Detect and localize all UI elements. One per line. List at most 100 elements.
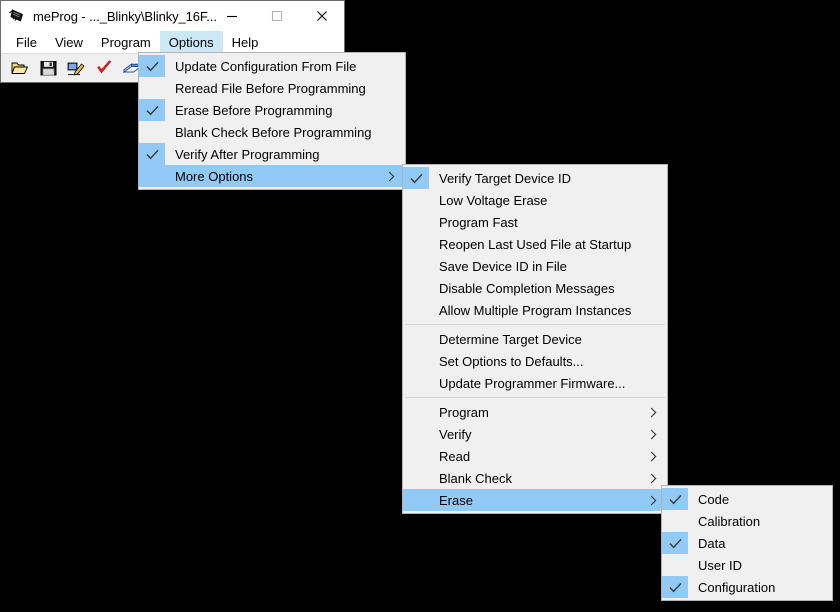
menu-item-verify[interactable]: Verify [403, 423, 667, 445]
options-menu: Update Configuration From File Reread Fi… [138, 52, 406, 190]
more-options-menu: Verify Target Device ID Low Voltage Eras… [402, 164, 668, 514]
chevron-right-icon [650, 423, 657, 445]
menu-item-update-programmer-firmware[interactable]: Update Programmer Firmware... [403, 372, 667, 394]
menu-item-label: More Options [175, 168, 254, 184]
save-file-icon[interactable] [37, 57, 59, 79]
menu-item-label: Reread File Before Programming [175, 80, 366, 96]
menu-item-blank-check-before-programming[interactable]: Blank Check Before Programming [139, 121, 405, 143]
menu-item-read[interactable]: Read [403, 445, 667, 467]
check-slot [403, 489, 429, 511]
menu-item-blank-check[interactable]: Blank Check [403, 467, 667, 489]
menu-item-label: Allow Multiple Program Instances [439, 302, 632, 318]
menu-item-program-fast[interactable]: Program Fast [403, 211, 667, 233]
maximize-button[interactable] [254, 1, 299, 31]
menu-item-label: Blank Check Before Programming [175, 124, 372, 140]
window-controls [209, 1, 344, 31]
menu-item-label: Verify After Programming [175, 146, 320, 162]
verify-check-icon[interactable] [93, 57, 115, 79]
chip-icon [8, 7, 26, 25]
menu-separator [405, 324, 665, 325]
menu-item-label: Update Programmer Firmware... [439, 375, 626, 391]
menubar-item-view[interactable]: View [46, 31, 92, 53]
menu-item-label: Disable Completion Messages [439, 280, 615, 296]
menu-item-label: User ID [698, 557, 743, 573]
menu-item-verify-after-programming[interactable]: Verify After Programming [139, 143, 405, 165]
checkmark-icon [139, 143, 165, 165]
check-slot [139, 121, 165, 143]
menu-item-verify-target-device-id[interactable]: Verify Target Device ID [403, 167, 667, 189]
menu-item-erase-code[interactable]: Code [662, 488, 832, 510]
menu-item-disable-completion-messages[interactable]: Disable Completion Messages [403, 277, 667, 299]
check-slot [403, 328, 429, 350]
menu-item-erase[interactable]: Erase [403, 489, 667, 511]
chevron-right-icon [650, 467, 657, 489]
menu-item-label: Configuration [698, 579, 776, 595]
menu-item-erase-calibration[interactable]: Calibration [662, 510, 832, 532]
menu-item-save-device-id-in-file[interactable]: Save Device ID in File [403, 255, 667, 277]
menu-item-label: Code [698, 491, 730, 507]
write-device-icon[interactable] [65, 57, 87, 79]
menu-item-label: Data [698, 535, 726, 551]
menu-item-label: Calibration [698, 513, 761, 529]
check-slot [662, 510, 688, 532]
menu-item-erase-data[interactable]: Data [662, 532, 832, 554]
menu-item-update-configuration-from-file[interactable]: Update Configuration From File [139, 55, 405, 77]
chevron-right-icon [650, 445, 657, 467]
menu-item-determine-target-device[interactable]: Determine Target Device [403, 328, 667, 350]
chevron-right-icon [650, 401, 657, 423]
checkmark-icon [662, 576, 688, 598]
menu-item-label: Read [439, 448, 471, 464]
check-slot [139, 77, 165, 99]
menu-item-reread-file-before-programming[interactable]: Reread File Before Programming [139, 77, 405, 99]
title-bar[interactable]: meProg - ..._Blinky\Blinky_16F... [1, 1, 344, 31]
menubar-item-file[interactable]: File [7, 31, 46, 53]
menu-item-allow-multiple-program-instances[interactable]: Allow Multiple Program Instances [403, 299, 667, 321]
check-slot [403, 423, 429, 445]
menubar-item-help[interactable]: Help [223, 31, 268, 53]
menu-item-label: Blank Check [439, 470, 512, 486]
menu-item-label: Verify [439, 426, 472, 442]
checkmark-icon [662, 532, 688, 554]
menubar-item-program[interactable]: Program [92, 31, 160, 53]
menu-item-label: Save Device ID in File [439, 258, 567, 274]
menu-item-label: Erase Before Programming [175, 102, 333, 118]
check-slot [403, 233, 429, 255]
menu-separator [405, 397, 665, 398]
open-file-icon[interactable] [9, 57, 31, 79]
menu-item-program[interactable]: Program [403, 401, 667, 423]
menu-item-more-options[interactable]: More Options [139, 165, 405, 187]
checkmark-icon [662, 488, 688, 510]
chevron-right-icon [388, 165, 395, 187]
check-slot [403, 445, 429, 467]
checkmark-icon [139, 99, 165, 121]
checkmark-icon [139, 55, 165, 77]
menu-item-erase-user-id[interactable]: User ID [662, 554, 832, 576]
menu-item-label: Low Voltage Erase [439, 192, 548, 208]
menu-item-label: Set Options to Defaults... [439, 353, 584, 369]
menu-bar: File View Program Options Help [1, 31, 344, 53]
menu-item-label: Reopen Last Used File at Startup [439, 236, 632, 252]
screen: meProg - ..._Blinky\Blinky_16F... File V… [0, 0, 840, 612]
checkmark-icon [403, 167, 429, 189]
check-slot [403, 299, 429, 321]
menu-item-label: Verify Target Device ID [439, 170, 571, 186]
menu-item-erase-configuration[interactable]: Configuration [662, 576, 832, 598]
check-slot [662, 554, 688, 576]
menu-item-set-options-to-defaults[interactable]: Set Options to Defaults... [403, 350, 667, 372]
menubar-item-options[interactable]: Options [159, 31, 223, 53]
menu-item-erase-before-programming[interactable]: Erase Before Programming [139, 99, 405, 121]
check-slot [403, 350, 429, 372]
menu-item-label: Program [439, 404, 489, 420]
chevron-right-icon [650, 489, 657, 511]
close-button[interactable] [299, 1, 344, 31]
menu-item-label: Erase [439, 492, 473, 508]
check-slot [403, 255, 429, 277]
check-slot [403, 189, 429, 211]
minimize-button[interactable] [209, 1, 254, 31]
menu-item-low-voltage-erase[interactable]: Low Voltage Erase [403, 189, 667, 211]
erase-submenu: Code Calibration Data User ID Configurat… [661, 485, 833, 601]
menu-item-label: Update Configuration From File [175, 58, 357, 74]
check-slot [403, 401, 429, 423]
check-slot [403, 372, 429, 394]
menu-item-reopen-last-used-file-at-startup[interactable]: Reopen Last Used File at Startup [403, 233, 667, 255]
